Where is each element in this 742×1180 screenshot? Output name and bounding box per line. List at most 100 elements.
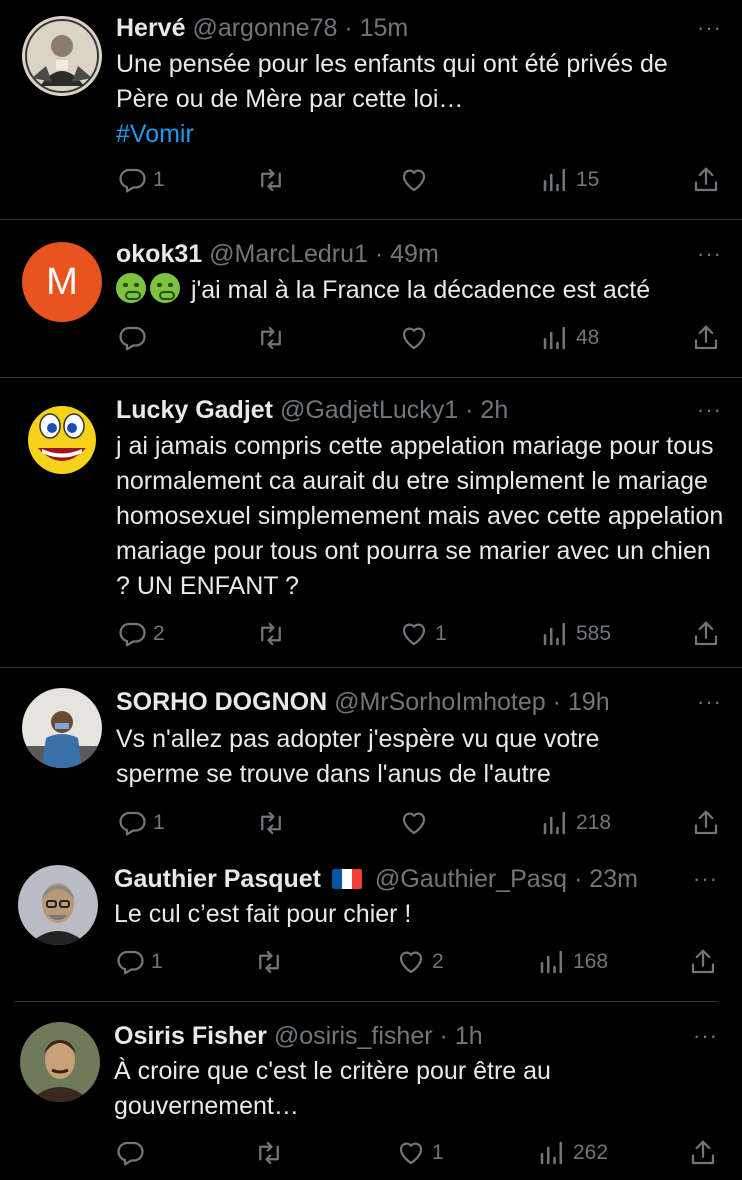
like-button[interactable]: 1	[396, 1133, 444, 1173]
retweet-button[interactable]	[254, 942, 290, 982]
view-count: 168	[573, 950, 609, 973]
heart-icon	[402, 327, 426, 350]
tweet-text-content: j'ai mal à la France la décadence est ac…	[190, 276, 651, 304]
timestamp[interactable]: · 19h	[553, 688, 610, 716]
views-button[interactable]: 48	[540, 318, 599, 358]
views-icon	[543, 326, 565, 350]
tweet-text: À croire que c'est le critère pour être …	[114, 1057, 551, 1120]
avatar[interactable]: M	[22, 242, 102, 322]
reply-button[interactable]	[117, 318, 153, 358]
display-name[interactable]: Hervé	[116, 14, 186, 42]
avatar[interactable]	[22, 398, 102, 478]
share-button[interactable]	[688, 1133, 718, 1173]
hashtag-link[interactable]: #Vomir	[116, 120, 194, 148]
like-button[interactable]	[399, 318, 435, 358]
reply-count: 1	[151, 950, 163, 973]
tweet-header: Gauthier Pasquet @Gauthier_Pasq · 23m	[114, 861, 638, 897]
like-button[interactable]	[399, 803, 435, 843]
more-icon[interactable]: ···	[697, 243, 722, 265]
user-handle[interactable]: @Gauthier_Pasq	[375, 865, 567, 893]
share-button[interactable]	[691, 614, 721, 654]
share-button[interactable]	[691, 803, 721, 843]
tweet-header: okok31 @MarcLedru1 · 49m	[116, 236, 439, 272]
retweet-button[interactable]	[256, 803, 292, 843]
share-button[interactable]	[691, 160, 721, 200]
share-icon	[694, 325, 718, 350]
user-handle[interactable]: @argonne78	[192, 14, 337, 42]
tweet-text: j ai jamais compris cette appelation mar…	[116, 432, 724, 600]
user-handle[interactable]: @osiris_fisher	[274, 1022, 433, 1050]
share-button[interactable]	[691, 318, 721, 358]
tweet[interactable]: Gauthier Pasquet @Gauthier_Pasq · 23m ··…	[0, 845, 742, 1001]
like-button[interactable]	[399, 160, 435, 200]
reply-button[interactable]: 1	[115, 942, 163, 982]
timestamp[interactable]: · 15m	[344, 14, 408, 42]
timestamp[interactable]: · 23m	[574, 865, 638, 893]
reply-button[interactable]: 1	[117, 160, 165, 200]
views-button[interactable]: 262	[537, 1133, 608, 1173]
view-count: 48	[576, 326, 600, 349]
reply-button[interactable]: 2	[117, 614, 165, 654]
tweet[interactable]: M okok31 @MarcLedru1 · 49m ··· j'ai mal …	[0, 220, 742, 377]
retweet-icon	[259, 950, 279, 974]
france-flag-icon	[331, 869, 362, 889]
retweet-button[interactable]	[256, 318, 292, 358]
action-bar: 48	[0, 318, 742, 358]
share-icon	[691, 949, 715, 974]
user-handle[interactable]: @MrSorhoImhotep	[334, 688, 546, 716]
avatar[interactable]	[22, 688, 102, 768]
reply-icon	[119, 622, 146, 647]
retweet-button[interactable]	[256, 160, 292, 200]
avatar[interactable]	[18, 865, 98, 945]
tweet[interactable]: Osiris Fisher @osiris_fisher · 1h ··· À …	[0, 1002, 742, 1180]
timestamp[interactable]: · 1h	[440, 1022, 483, 1050]
like-button[interactable]: 2	[396, 942, 444, 982]
tweet[interactable]: SORHO DOGNON @MrSorhoImhotep · 19h ··· V…	[0, 668, 742, 845]
views-button[interactable]: 585	[540, 614, 611, 654]
views-icon	[543, 622, 565, 646]
avatar[interactable]	[22, 16, 102, 96]
more-icon[interactable]: ···	[697, 399, 722, 421]
avatar[interactable]	[20, 1022, 100, 1102]
views-button[interactable]: 218	[540, 803, 611, 843]
like-button[interactable]: 1	[399, 614, 447, 654]
more-icon[interactable]: ···	[693, 868, 718, 890]
retweet-icon	[259, 1141, 279, 1165]
tweet-text: j'ai mal à la France la décadence est ac…	[116, 273, 726, 308]
user-handle[interactable]: @MarcLedru1	[209, 240, 368, 268]
views-button[interactable]: 168	[537, 942, 608, 982]
retweet-button[interactable]	[256, 614, 292, 654]
display-name[interactable]: Lucky Gadjet	[116, 396, 273, 424]
user-handle[interactable]: @GadjetLucky1	[280, 396, 458, 424]
share-button[interactable]	[688, 942, 718, 982]
views-icon	[543, 811, 565, 835]
more-icon[interactable]: ···	[697, 691, 722, 713]
tweet-header: Lucky Gadjet @GadjetLucky1 · 2h	[116, 392, 508, 428]
timestamp[interactable]: · 49m	[375, 240, 439, 268]
views-button[interactable]: 15	[540, 160, 599, 200]
more-icon[interactable]: ···	[697, 17, 722, 39]
reply-button[interactable]: 1	[117, 803, 165, 843]
reply-count: 2	[153, 622, 165, 645]
action-bar: 1 15	[0, 160, 742, 200]
tweet[interactable]: Hervé @argonne78 · 15m ··· Une pensée po…	[0, 0, 742, 219]
share-icon	[691, 1140, 715, 1165]
views-icon	[540, 1141, 562, 1165]
tweet[interactable]: Lucky Gadjet @GadjetLucky1 · 2h ··· j ai…	[0, 378, 742, 667]
display-name[interactable]: SORHO DOGNON	[116, 688, 327, 716]
tweet-header: Hervé @argonne78 · 15m	[116, 10, 408, 46]
timestamp[interactable]: · 2h	[465, 396, 508, 424]
heart-icon	[399, 951, 423, 974]
avatar-letter: M	[46, 261, 78, 303]
more-icon[interactable]: ···	[693, 1025, 718, 1047]
retweet-button[interactable]	[254, 1133, 290, 1173]
display-name[interactable]: Osiris Fisher	[114, 1022, 267, 1050]
heart-icon	[402, 812, 426, 835]
share-icon	[694, 167, 718, 192]
view-count: 585	[576, 622, 612, 645]
display-name[interactable]: Gauthier Pasquet	[114, 865, 321, 893]
reply-button[interactable]	[115, 1133, 151, 1173]
share-icon	[694, 810, 718, 835]
display-name[interactable]: okok31	[116, 240, 202, 268]
reply-icon	[119, 326, 146, 351]
